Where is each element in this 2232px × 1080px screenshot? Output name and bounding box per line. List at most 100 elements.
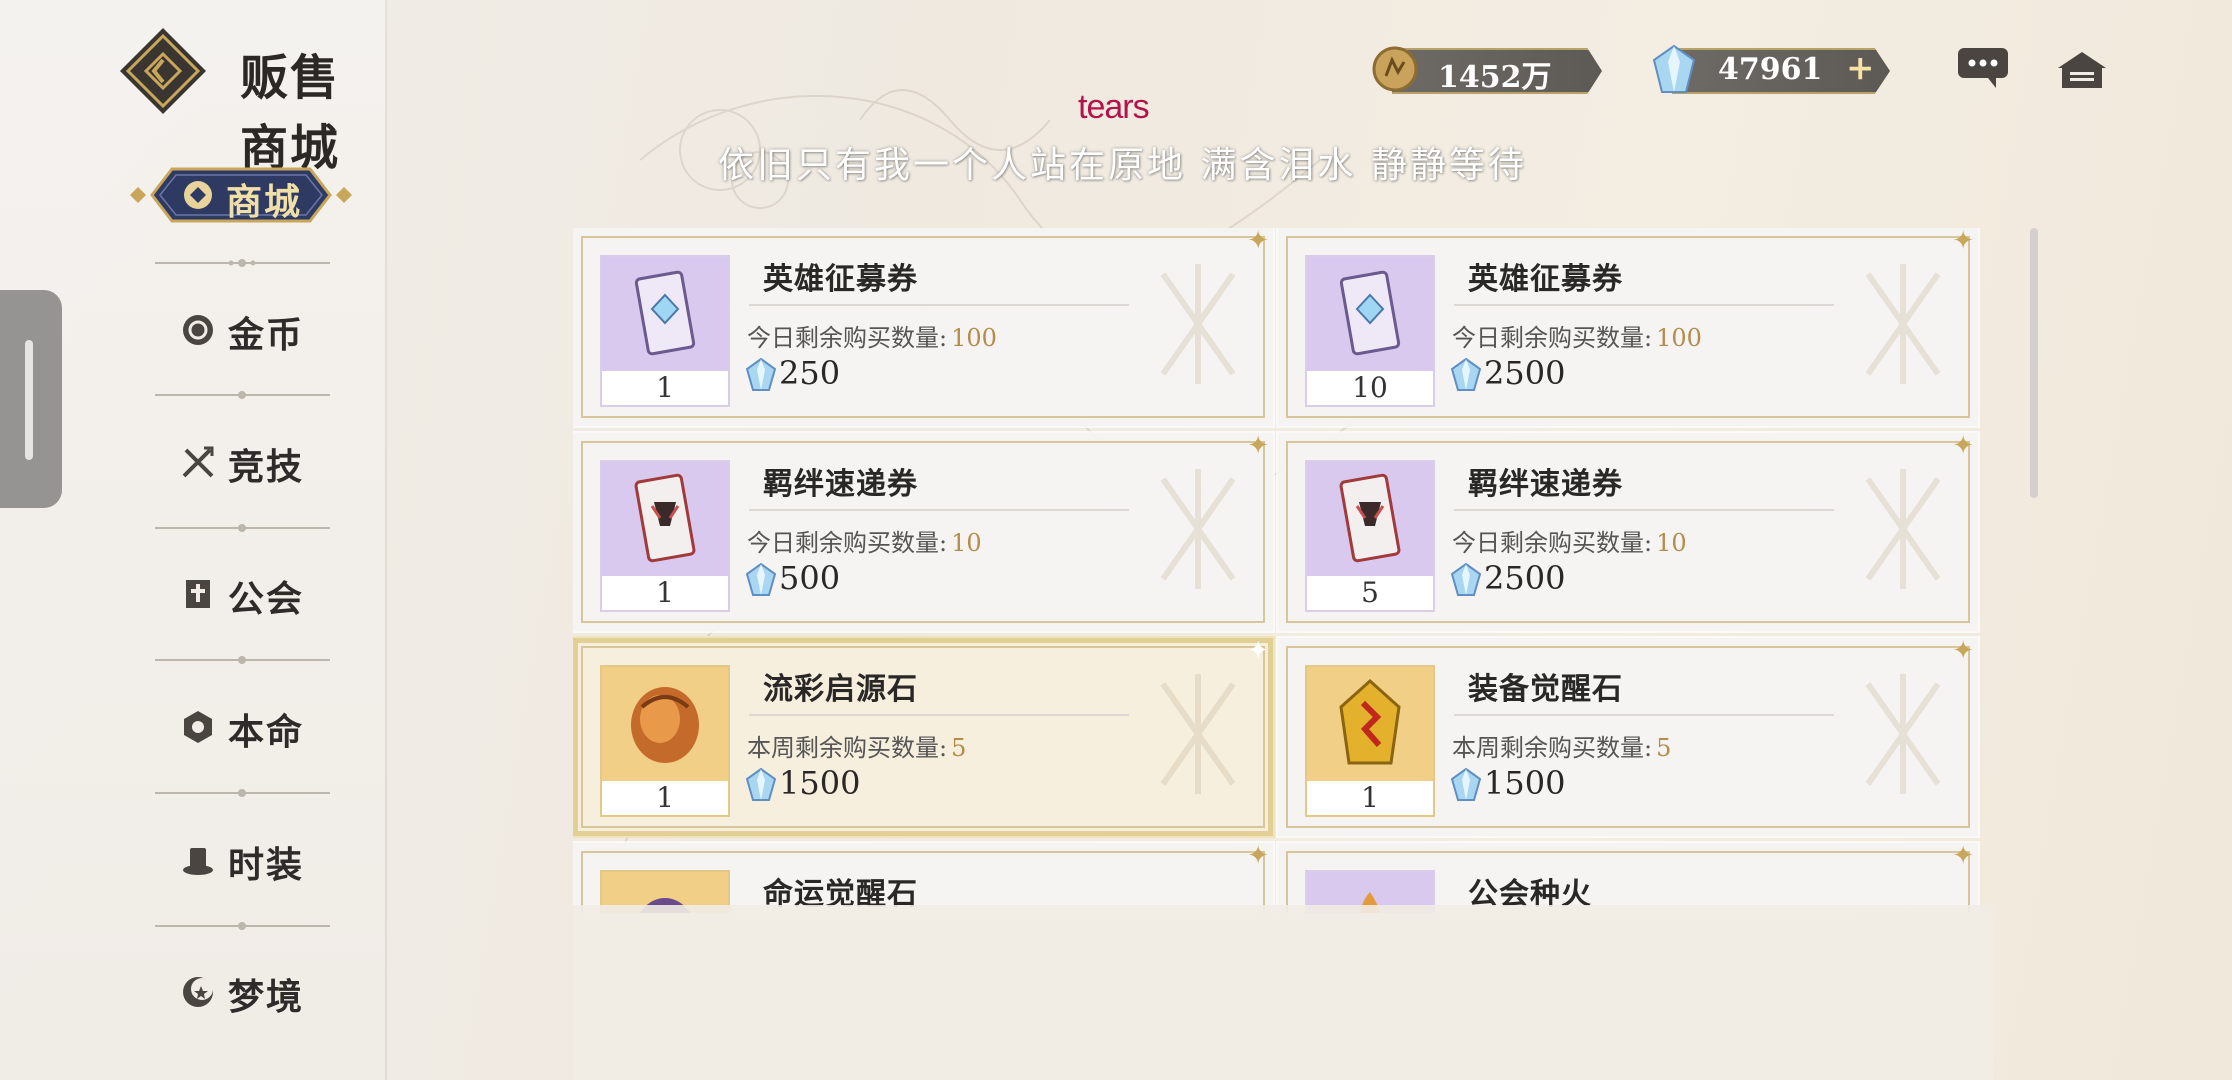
item-quantity: 5 xyxy=(1307,576,1433,610)
price-value: 1500 xyxy=(1484,764,1566,802)
edge-handle-grip xyxy=(25,340,33,460)
item-quantity: 1 xyxy=(602,781,728,815)
shop-scrollbar[interactable] xyxy=(2030,228,2038,498)
shop-item-card-selected[interactable]: ✦ 1 流彩启源石 本周剩余购买数量: 5 1500 xyxy=(573,636,1273,836)
name-underline xyxy=(749,714,1129,716)
purchase-limit: 今日剩余购买数量: 100 xyxy=(1452,318,1702,353)
sidebar-item-destiny[interactable]: 本命 xyxy=(180,697,330,757)
price-value: 500 xyxy=(779,559,841,597)
bond-ticket-icon xyxy=(602,462,728,576)
gold-value: 1452万 xyxy=(1438,60,1552,95)
name-underline xyxy=(1454,509,1834,511)
sidebar-divider xyxy=(155,524,330,532)
name-underline xyxy=(749,304,1129,306)
purchase-limit-label: 今日剩余购买数量: xyxy=(1452,324,1653,352)
item-quantity: 10 xyxy=(1307,371,1433,405)
gem-icon xyxy=(1450,768,1482,801)
sidebar-item-label: 时装 xyxy=(228,844,305,886)
name-underline xyxy=(749,509,1129,511)
add-gems-button[interactable]: + xyxy=(1846,48,1875,88)
shop-item-card[interactable]: ✦ 10 英雄征募券 今日剩余购买数量: 100 2500 xyxy=(1278,228,1978,426)
sidebar-divider xyxy=(155,922,330,930)
page-title: 贩售商城 xyxy=(240,50,341,176)
shop-item-card[interactable]: ✦ 命运觉醒石 xyxy=(573,841,1273,913)
sidebar-item-guild[interactable]: 公会 xyxy=(180,564,330,624)
chat-icon[interactable] xyxy=(1956,46,2010,90)
gem-icon xyxy=(745,768,777,801)
sparkle-icon: ✦ xyxy=(1247,636,1269,666)
sidebar-tab-shop-label: 商城 xyxy=(226,181,303,223)
item-thumbnail: 1 xyxy=(600,665,730,817)
gem-value: 47961 xyxy=(1718,52,1823,87)
card-decoration xyxy=(1160,469,1236,589)
purchase-limit-value: 5 xyxy=(1656,734,1672,762)
lyric-english: tears xyxy=(1078,88,1150,126)
purchase-limit-label: 今日剩余购买数量: xyxy=(747,324,948,352)
item-name: 英雄征募券 xyxy=(763,262,918,297)
sidebar-divider xyxy=(155,656,330,664)
item-name: 英雄征募券 xyxy=(1468,262,1623,297)
item-quantity: 1 xyxy=(1307,781,1433,815)
coin-icon xyxy=(183,315,213,345)
sidebar-item-dream[interactable]: 梦境 xyxy=(180,962,330,1022)
purchase-limit: 本周剩余购买数量: 5 xyxy=(747,728,966,763)
lyric-chinese: 依旧只有我一个人站在原地 满含泪水 静静等待 xyxy=(718,145,1527,186)
price-value: 2500 xyxy=(1484,354,1566,392)
purchase-limit-label: 本周剩余购买数量: xyxy=(1452,734,1653,762)
purchase-limit-label: 今日剩余购买数量: xyxy=(747,529,948,557)
recruit-ticket-icon xyxy=(1307,257,1433,371)
item-thumbnail: 1 xyxy=(600,460,730,612)
equipment-awakening-stone-icon xyxy=(1307,667,1433,781)
purchase-limit: 今日剩余购买数量: 10 xyxy=(1452,523,1687,558)
sidebar-item-fashion[interactable]: 时装 xyxy=(180,830,330,890)
bond-ticket-icon xyxy=(1307,462,1433,576)
sidebar: 贩售商城 商城 金币 竞技 公会 本命 时装 梦境 xyxy=(0,0,387,1080)
price-value: 2500 xyxy=(1484,559,1566,597)
gem-icon xyxy=(1450,358,1482,391)
guild-banner-icon xyxy=(186,580,210,608)
item-quantity: 1 xyxy=(602,576,728,610)
home-icon[interactable] xyxy=(2056,50,2108,90)
purchase-limit-value: 100 xyxy=(951,324,997,352)
card-decoration xyxy=(1160,674,1236,794)
shop-tab-icon xyxy=(184,181,212,209)
purchase-limit-label: 本周剩余购买数量: xyxy=(747,734,948,762)
item-name: 流彩启源石 xyxy=(763,672,918,707)
shop-item-grid: ✦ 1 英雄征募券 今日剩余购买数量: 100 250 ✦ 10 英雄征募券 今… xyxy=(573,228,1983,913)
shop-item-card[interactable]: ✦ 5 羁绊速递券 今日剩余购买数量: 10 2500 xyxy=(1278,431,1978,631)
sidebar-tab-shop[interactable]: 商城 xyxy=(130,165,352,225)
card-decoration xyxy=(1865,264,1941,384)
gold-currency[interactable]: 1452万 xyxy=(1372,46,1612,95)
sidebar-item-label: 金币 xyxy=(228,314,305,356)
item-name: 装备觉醒石 xyxy=(1468,672,1623,707)
edge-pull-handle[interactable] xyxy=(0,290,62,508)
shop-item-card[interactable]: ✦ 1 装备觉醒石 本周剩余购买数量: 5 1500 xyxy=(1278,636,1978,836)
item-thumbnail: 1 xyxy=(600,255,730,407)
sidebar-divider xyxy=(155,259,330,267)
sparkle-icon: ✦ xyxy=(1952,228,1974,256)
sparkle-icon: ✦ xyxy=(1247,431,1269,461)
sidebar-divider xyxy=(155,391,330,399)
purchase-limit-value: 100 xyxy=(1656,324,1702,352)
gold-coin-icon xyxy=(1372,46,1418,92)
item-thumbnail: 1 xyxy=(1305,665,1435,817)
sidebar-item-arena[interactable]: 竞技 xyxy=(180,432,330,492)
sidebar-item-gold[interactable]: 金币 xyxy=(180,300,330,360)
gem-currency[interactable]: 47961 + xyxy=(1652,44,1892,94)
purchase-limit-label: 今日剩余购买数量: xyxy=(1452,529,1653,557)
sidebar-item-label: 竞技 xyxy=(228,446,305,488)
gem-icon xyxy=(745,358,777,391)
shop-item-card[interactable]: ✦ 公会种火 xyxy=(1278,841,1978,913)
shop-item-card[interactable]: ✦ 1 羁绊速递券 今日剩余购买数量: 10 500 xyxy=(573,431,1273,631)
item-thumbnail: 5 xyxy=(1305,460,1435,612)
purchase-limit-value: 10 xyxy=(951,529,982,557)
purchase-limit: 今日剩余购买数量: 100 xyxy=(747,318,997,353)
name-underline xyxy=(1454,714,1834,716)
purchase-limit: 今日剩余购买数量: 10 xyxy=(747,523,982,558)
shop-item-card[interactable]: ✦ 1 英雄征募券 今日剩余购买数量: 100 250 xyxy=(573,228,1273,426)
recruit-ticket-icon xyxy=(602,257,728,371)
crossed-swords-icon xyxy=(182,446,214,478)
item-thumbnail: 10 xyxy=(1305,255,1435,407)
purchase-limit-value: 5 xyxy=(951,734,967,762)
list-bottom-fade xyxy=(573,905,1993,1080)
